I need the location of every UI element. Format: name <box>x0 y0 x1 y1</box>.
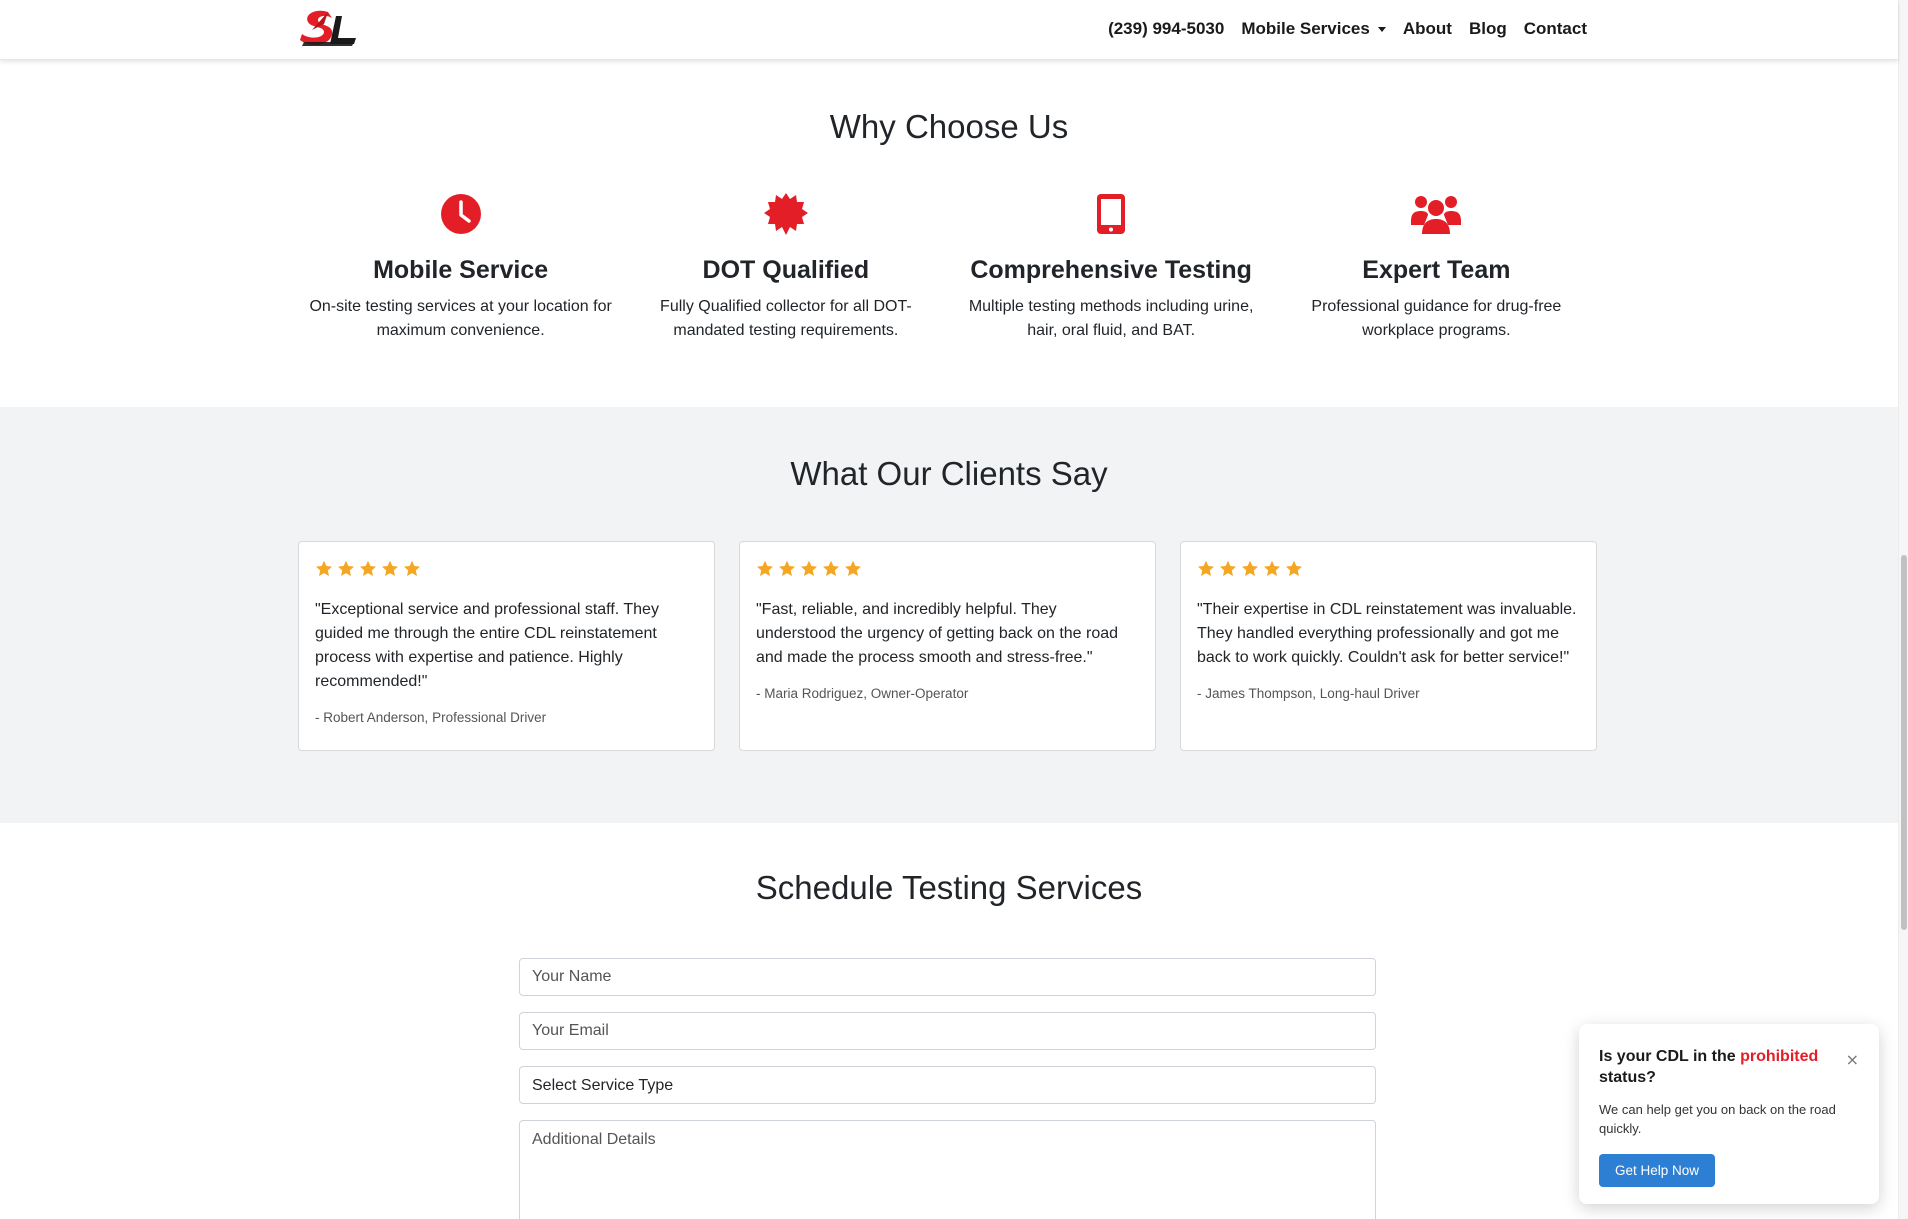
star-icon <box>404 560 420 576</box>
star-icon <box>1264 560 1280 576</box>
popup-text: We can help get you on back on the road … <box>1599 1102 1836 1136</box>
star-icon <box>757 560 773 576</box>
feature-text: Professional guidance for drug-free work… <box>1311 298 1562 339</box>
logo-icon[interactable] <box>298 8 360 50</box>
certificate-icon <box>623 192 948 236</box>
testimonial-author: - Robert Anderson, Professional Driver <box>315 710 547 725</box>
testimonial-card: "Their expertise in CDL reinstatement wa… <box>1180 541 1597 751</box>
service-type-select[interactable]: Select Service Type <box>519 1066 1376 1104</box>
testimonial-quote: "Exceptional service and professional st… <box>315 601 659 690</box>
popup-title-start: Is your CDL in the <box>1599 1048 1741 1065</box>
why-choose-us-section: Why Choose Us Mobile Service On-site tes… <box>0 60 1898 407</box>
section-title-schedule: Schedule Testing Services <box>755 869 1143 906</box>
testimonial-quote: "Their expertise in CDL reinstatement wa… <box>1197 601 1577 666</box>
testimonials-section: What Our Clients Say "Exceptional servic… <box>0 407 1898 823</box>
get-help-now-button[interactable]: Get Help Now <box>1599 1154 1716 1187</box>
feature-title: Mobile Service <box>373 256 549 284</box>
nav-item-blog[interactable]: Blog <box>1469 19 1507 39</box>
feature-mobile-service: Mobile Service On-site testing services … <box>298 192 623 372</box>
feature-comprehensive-testing: Comprehensive Testing Multiple testing m… <box>949 192 1274 372</box>
users-icon <box>1274 192 1599 236</box>
feature-title: DOT Qualified <box>702 256 870 284</box>
testimonial-author: - Maria Rodriguez, Owner-Operator <box>756 686 969 701</box>
testimonial-author: - James Thompson, Long-haul Driver <box>1197 686 1420 701</box>
testimonial-card: "Fast, reliable, and incredibly helpful.… <box>739 541 1156 751</box>
star-icon <box>823 560 839 576</box>
close-icon[interactable]: × <box>1846 1050 1859 1069</box>
details-textarea[interactable] <box>519 1120 1376 1219</box>
feature-text: Fully Qualified collector for all DOT-ma… <box>660 298 912 339</box>
caret-down-icon <box>1377 26 1386 32</box>
cdl-status-popup: Is your CDL in the prohibited status? × … <box>1579 1024 1879 1204</box>
scrollbar-thumb[interactable] <box>1901 555 1907 930</box>
star-icon <box>1198 560 1214 576</box>
popup-title-end: status? <box>1599 1069 1656 1086</box>
nav-links: (239) 994-5030 Mobile Services About Blo… <box>1108 0 1587 58</box>
star-icon <box>316 560 332 576</box>
page-scrollbar[interactable] <box>1898 0 1908 1219</box>
section-title-testimonials: What Our Clients Say <box>790 455 1108 492</box>
star-rating <box>1197 560 1580 580</box>
star-icon <box>845 560 861 576</box>
feature-text: Multiple testing methods including urine… <box>968 298 1254 339</box>
testimonial-quote: "Fast, reliable, and incredibly helpful.… <box>756 601 1119 666</box>
clock-icon <box>298 192 623 236</box>
feature-title: Comprehensive Testing <box>970 256 1252 284</box>
nav-item-contact[interactable]: Contact <box>1524 19 1587 39</box>
feature-expert-team: Expert Team Professional guidance for dr… <box>1274 192 1599 372</box>
testimonial-cards: "Exceptional service and professional st… <box>298 541 1598 751</box>
email-input[interactable] <box>519 1012 1376 1050</box>
section-title-why: Why Choose Us <box>829 108 1069 145</box>
star-rating <box>315 560 698 580</box>
star-icon <box>1286 560 1302 576</box>
feature-dot-qualified: DOT Qualified Fully Qualified collector … <box>623 192 948 372</box>
feature-text: On-site testing services at your locatio… <box>309 298 612 339</box>
star-icon <box>801 560 817 576</box>
nav-item-label: Mobile Services <box>1241 19 1370 38</box>
star-icon <box>360 560 376 576</box>
feature-title: Expert Team <box>1362 256 1511 284</box>
star-rating <box>756 560 1139 580</box>
schedule-form: Select Service Type <box>519 958 1376 1219</box>
tablet-icon <box>949 192 1274 236</box>
popup-title-highlight: prohibited <box>1740 1048 1819 1065</box>
star-icon <box>382 560 398 576</box>
star-icon <box>1220 560 1236 576</box>
navbar: (239) 994-5030 Mobile Services About Blo… <box>0 0 1898 60</box>
nav-item-about[interactable]: About <box>1403 19 1452 39</box>
popup-title: Is your CDL in the prohibited status? <box>1599 1046 1839 1088</box>
star-icon <box>779 560 795 576</box>
testimonial-card: "Exceptional service and professional st… <box>298 541 715 751</box>
nav-phone-link[interactable]: (239) 994-5030 <box>1108 19 1224 39</box>
nav-item-mobile-services[interactable]: Mobile Services <box>1241 19 1386 39</box>
name-input[interactable] <box>519 958 1376 996</box>
features-row: Mobile Service On-site testing services … <box>298 192 1599 372</box>
star-icon <box>1242 560 1258 576</box>
star-icon <box>338 560 354 576</box>
